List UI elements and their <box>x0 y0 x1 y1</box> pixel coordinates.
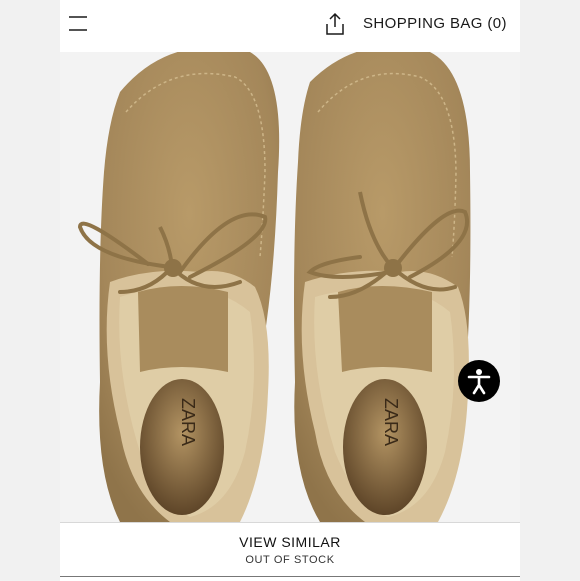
shopping-bag-link[interactable]: SHOPPING BAG (0) <box>363 15 507 32</box>
app-frame: SHOPPING BAG (0) ZARA ZARA VIEW SIMILAR … <box>60 0 520 581</box>
stock-status: OUT OF STOCK <box>245 554 335 566</box>
bottom-bar: VIEW SIMILAR OUT OF STOCK <box>60 522 520 581</box>
boots-illustration: ZARA ZARA <box>77 52 471 522</box>
top-bar: SHOPPING BAG (0) <box>60 0 520 52</box>
accessibility-person-icon <box>467 369 491 395</box>
accessibility-button[interactable] <box>458 360 500 402</box>
zara-label-right: ZARA <box>381 398 401 446</box>
right-margin <box>520 0 580 580</box>
left-margin <box>0 0 60 580</box>
zara-label-left: ZARA <box>178 398 198 446</box>
right-boot: ZARA <box>294 52 471 522</box>
hamburger-menu-icon[interactable] <box>68 14 88 34</box>
share-icon[interactable] <box>324 12 346 36</box>
left-boot: ZARA <box>77 52 280 522</box>
view-similar-button[interactable]: VIEW SIMILAR <box>60 534 520 550</box>
bottom-divider <box>60 576 520 577</box>
product-image: ZARA ZARA <box>60 52 520 522</box>
